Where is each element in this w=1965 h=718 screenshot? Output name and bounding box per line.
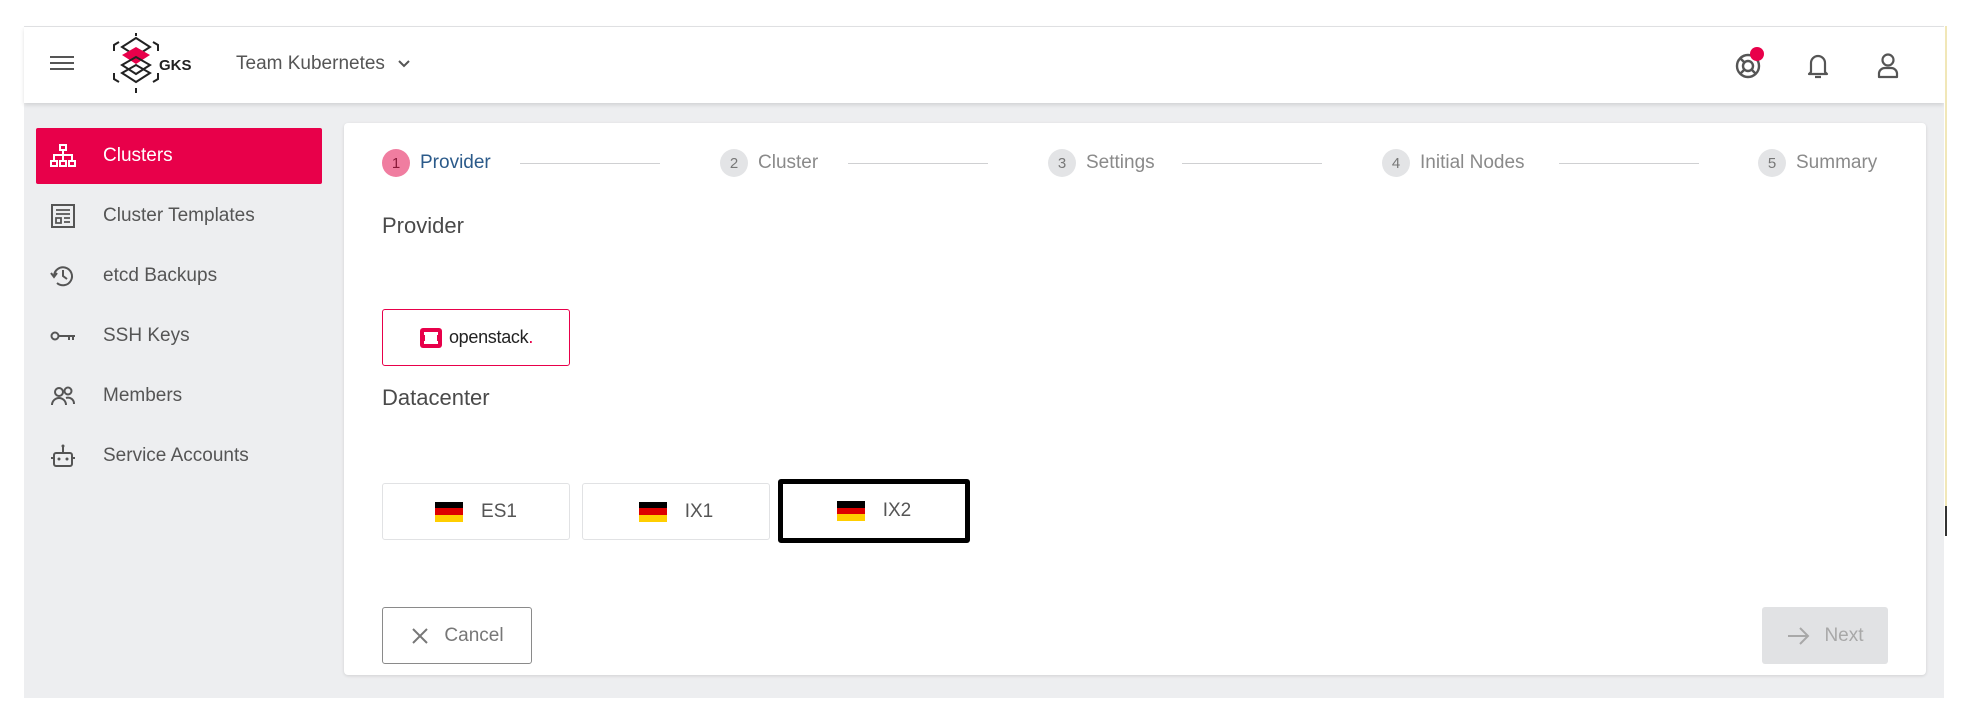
germany-flag-icon — [638, 501, 667, 522]
sidebar-item-label: Clusters — [103, 145, 173, 166]
template-icon — [48, 201, 78, 231]
sidebar-item-clusters[interactable]: Clusters — [36, 128, 322, 184]
next-button[interactable]: Next — [1762, 607, 1888, 664]
step-label: Cluster — [758, 152, 819, 173]
provider-title: Provider — [382, 213, 464, 238]
sidebar-item-service-accounts[interactable]: Service Accounts — [36, 428, 322, 484]
sidebar-item-cluster-templates[interactable]: Cluster Templates — [36, 188, 322, 244]
arrow-right-icon — [1788, 626, 1810, 645]
notification-badge — [1750, 47, 1764, 61]
top-bar: GKS Team Kubernetes — [24, 27, 1944, 103]
step-number: 1 — [382, 149, 410, 177]
step-provider[interactable]: 1 Provider — [382, 149, 491, 177]
step-connector — [1559, 163, 1699, 164]
edge-marker — [1945, 506, 1947, 536]
logo-text: GKS — [159, 57, 192, 74]
history-icon — [48, 261, 78, 291]
sidebar-item-label: Service Accounts — [103, 445, 249, 466]
datacenter-label: ES1 — [481, 500, 517, 522]
germany-flag-icon — [435, 501, 464, 522]
close-icon — [412, 627, 429, 644]
sitemap-icon — [48, 141, 78, 171]
datacenter-ix2-button[interactable]: IX2 — [778, 479, 970, 543]
step-initial-nodes[interactable]: 4 Initial Nodes — [1382, 149, 1525, 177]
datacenter-label: IX1 — [684, 500, 714, 522]
sidebar-item-label: etcd Backups — [103, 265, 218, 286]
sidebar-item-ssh-keys[interactable]: SSH Keys — [36, 308, 322, 364]
sidebar-item-etcd-backups[interactable]: etcd Backups — [36, 248, 322, 304]
edge-line — [1945, 26, 1947, 506]
step-label: Provider — [420, 152, 491, 173]
step-connector — [1182, 163, 1322, 164]
chevron-down-icon — [398, 60, 410, 68]
team-name: Team Kubernetes — [236, 53, 385, 74]
step-number: 2 — [720, 149, 748, 177]
step-label: Settings — [1086, 152, 1155, 173]
datacenter-es1-button[interactable]: ES1 — [382, 483, 570, 540]
sidebar-item-label: SSH Keys — [103, 325, 190, 346]
step-cluster[interactable]: 2 Cluster — [720, 149, 818, 177]
sidebar-item-label: Cluster Templates — [103, 205, 255, 226]
provider-label: openstack. — [448, 327, 534, 347]
step-summary[interactable]: 5 Summary — [1758, 149, 1877, 177]
step-number: 3 — [1048, 149, 1076, 177]
user-icon[interactable] — [1872, 49, 1904, 81]
cancel-button[interactable]: Cancel — [382, 607, 532, 664]
members-icon — [48, 381, 78, 411]
key-icon — [48, 321, 78, 351]
next-label: Next — [1824, 624, 1864, 646]
sidebar-item-label: Members — [103, 385, 183, 406]
step-connector — [848, 163, 988, 164]
help-icon[interactable] — [1732, 47, 1764, 81]
window-edge — [1944, 26, 1965, 698]
stepper: 1 Provider 2 Cluster 3 Settings 4 Initia… — [382, 149, 1886, 179]
bell-icon[interactable] — [1802, 49, 1834, 81]
step-number: 5 — [1758, 149, 1786, 177]
step-number: 4 — [1382, 149, 1410, 177]
germany-flag-icon — [836, 501, 865, 522]
step-label: Initial Nodes — [1420, 152, 1525, 173]
robot-icon — [48, 441, 78, 471]
cancel-label: Cancel — [444, 624, 504, 646]
app-frame: GKS Team Kubernetes Clusters Cluster Tem… — [24, 26, 1944, 698]
datacenter-title: Datacenter — [382, 385, 490, 410]
datacenter-ix1-button[interactable]: IX1 — [582, 483, 770, 540]
step-label: Summary — [1796, 152, 1878, 173]
header-actions — [1732, 47, 1904, 81]
step-connector — [520, 163, 660, 164]
datacenter-label: IX2 — [882, 500, 912, 521]
openstack-icon — [419, 327, 442, 348]
provider-openstack-button[interactable]: openstack. — [382, 309, 570, 366]
team-selector[interactable]: Team Kubernetes — [236, 53, 411, 75]
sidebar-item-members[interactable]: Members — [36, 368, 322, 424]
step-settings[interactable]: 3 Settings — [1048, 149, 1155, 177]
menu-icon[interactable] — [48, 52, 76, 76]
wizard-card: 1 Provider 2 Cluster 3 Settings 4 Initia… — [344, 123, 1926, 675]
